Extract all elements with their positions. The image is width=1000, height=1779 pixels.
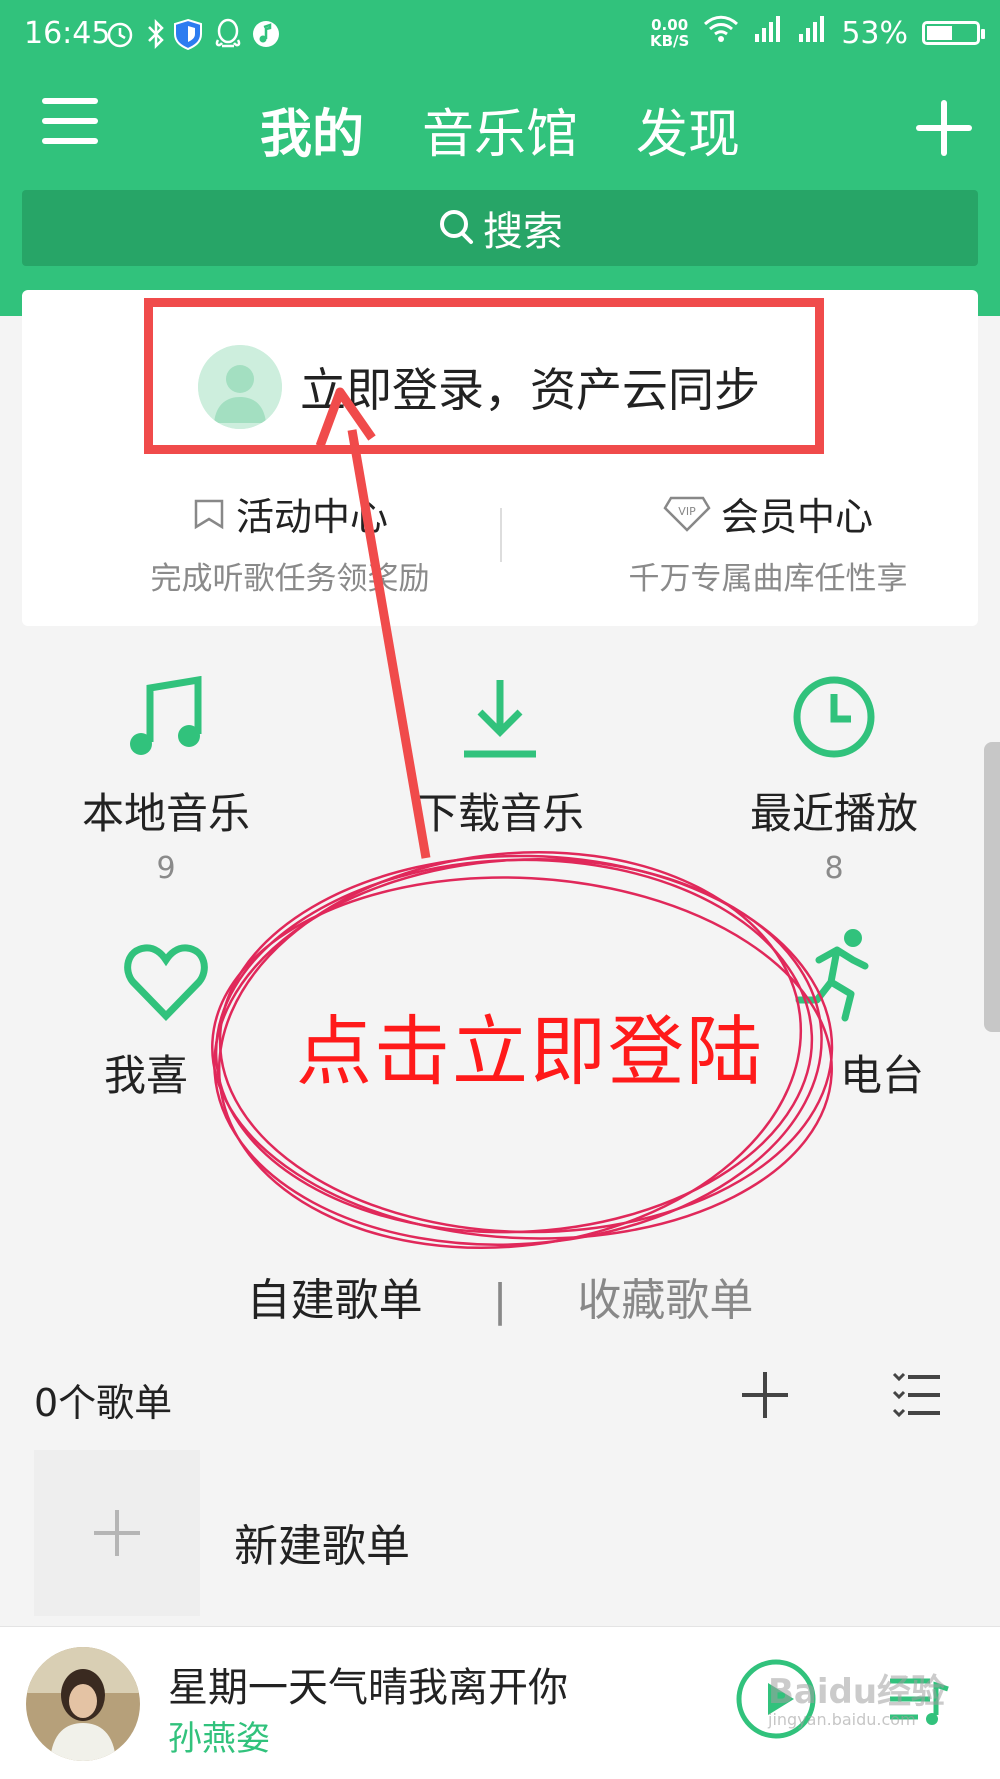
download-music-label: 下载音乐 (415, 789, 584, 838)
music-note-icon (130, 676, 202, 755)
local-music-count: 9 (156, 851, 176, 886)
search-label: 搜索 (483, 209, 563, 255)
status-time: 16:45 (24, 16, 111, 51)
grid-favorites[interactable]: 我喜 (36, 930, 296, 1103)
playlist-tabs: 自建歌单 | 收藏歌单 (0, 1264, 1000, 1328)
qq-icon (212, 18, 244, 50)
activity-title: 活动中心 (235, 495, 388, 539)
favorites-label: 我喜 (104, 1051, 189, 1100)
menu-button[interactable] (42, 98, 98, 158)
activity-center[interactable]: 活动中心 完成听歌任务领奖励 (80, 486, 500, 598)
new-playlist-label[interactable]: 新建歌单 (234, 1510, 410, 1574)
net-speed-unit: KB/S (649, 32, 690, 50)
download-icon (464, 680, 536, 758)
card-divider (500, 508, 502, 562)
local-music-label: 本地音乐 (81, 789, 250, 838)
add-button[interactable] (916, 100, 972, 156)
download-music-count (370, 851, 630, 887)
shield-icon (172, 18, 204, 50)
album-cover-image (26, 1647, 140, 1761)
grid-local-music[interactable]: 本地音乐 9 (36, 668, 296, 887)
tab-discover[interactable]: 发现 (636, 92, 740, 167)
playlist-tab-separator: | (492, 1275, 508, 1326)
battery-text: 53% (841, 15, 908, 51)
net-speed: 0.00 KB/S (650, 17, 689, 49)
album-cover[interactable] (26, 1647, 140, 1761)
add-playlist-button[interactable] (742, 1372, 788, 1418)
tab-collected-playlists[interactable]: 收藏歌单 (577, 1275, 753, 1326)
manage-playlist-button[interactable] (892, 1372, 942, 1418)
clock-icon (793, 676, 875, 758)
battery-icon (922, 21, 985, 45)
wifi-icon (703, 15, 739, 51)
recent-play-count: 8 (824, 851, 844, 886)
vip-diamond-icon: VIP (663, 496, 711, 532)
list-manage-icon (892, 1372, 940, 1418)
grid-recent-play[interactable]: 最近播放 8 (704, 668, 964, 887)
music-app-icon (250, 18, 282, 50)
annotation-highlight-box (144, 298, 824, 454)
search-icon (440, 210, 473, 244)
vip-desc: 千万专属曲库任性享 (628, 561, 908, 597)
grid-download-music[interactable]: 下载音乐 (370, 668, 630, 887)
vip-badge-text: VIP (678, 505, 696, 518)
bluetooth-icon (140, 18, 172, 50)
new-playlist-thumb[interactable] (34, 1450, 200, 1616)
alarm-icon (104, 18, 136, 50)
activity-desc: 完成听歌任务领奖励 (150, 561, 430, 597)
vip-center[interactable]: VIP 会员中心 千万专属曲库任性享 (558, 486, 978, 598)
tab-mine[interactable]: 我的 (260, 92, 364, 167)
annotation-text: 点击立即登陆 (296, 1007, 764, 1096)
signal-icon (753, 14, 783, 52)
playlist-count: 0个歌单 (34, 1381, 173, 1425)
running-icon (795, 929, 869, 1022)
recent-play-label: 最近播放 (749, 789, 918, 838)
net-speed-value: 0.00 (651, 16, 689, 34)
tab-created-playlists[interactable]: 自建歌单 (247, 1275, 423, 1326)
heart-icon (124, 944, 208, 1022)
song-title: 星期一天气晴我离开你 (168, 1665, 568, 1711)
watermark-url: jingyan.baidu.com (768, 1710, 916, 1729)
vip-title: 会员中心 (720, 495, 873, 539)
watermark: Baidu经验 (768, 1672, 946, 1712)
flag-icon (194, 499, 224, 529)
tab-music-hall[interactable]: 音乐馆 (422, 92, 578, 167)
search-bar[interactable]: 搜索 (22, 190, 978, 266)
status-bar: 16:45 0.00 KB/S 53% (0, 0, 1000, 74)
song-artist: 孙燕姿 (168, 1719, 270, 1759)
side-scroll-handle[interactable] (984, 742, 1000, 1032)
signal-3g-icon (797, 14, 827, 52)
